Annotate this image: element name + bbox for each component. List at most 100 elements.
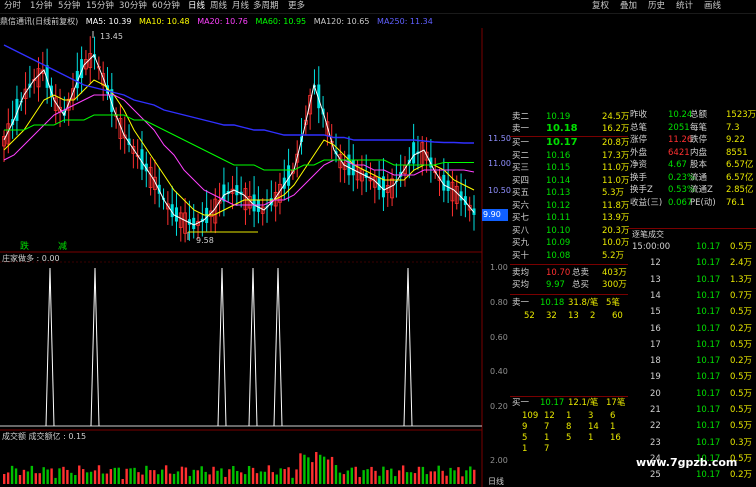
- volume-bar: [168, 473, 172, 484]
- menu-stats[interactable]: 统计: [676, 1, 693, 12]
- ask-price: 10.19: [546, 112, 571, 122]
- volume-bar: [398, 470, 401, 484]
- bid-price: 10.12: [546, 200, 571, 211]
- volume-bar: [125, 468, 128, 484]
- volume-bar: [319, 454, 322, 484]
- bottom-period-tab[interactable]: 日线: [488, 477, 504, 487]
- volume-bar: [149, 470, 152, 484]
- volume-bar: [172, 473, 176, 484]
- bid-label: 买七: [512, 213, 530, 223]
- volume-bar: [275, 474, 278, 484]
- bid-volume: 5.3万: [602, 188, 625, 198]
- stat-value: 6.57亿: [726, 172, 754, 183]
- volume-bar: [89, 471, 93, 484]
- volume-bar: [196, 470, 199, 484]
- trade-price: 10.17: [696, 421, 721, 432]
- volume-bar: [247, 466, 251, 484]
- kline-chart[interactable]: [0, 0, 510, 487]
- bid-label: 买三: [512, 163, 530, 173]
- volume-bar: [469, 466, 472, 484]
- stat-value: 11.26: [668, 135, 693, 145]
- stat-value: 6.57亿: [726, 160, 754, 170]
- volume-bar: [413, 473, 417, 484]
- stat-key: 跌停: [690, 135, 708, 145]
- volume-bar: [228, 469, 231, 484]
- ask-volume: 16.2万: [602, 124, 630, 134]
- trade-time: 16: [650, 323, 661, 334]
- volume-bar: [137, 472, 140, 484]
- menu-draw[interactable]: 画线: [704, 1, 721, 12]
- stat-key: 净资: [630, 160, 648, 170]
- stat-key: 内盘: [690, 147, 708, 158]
- volume-bar: [441, 470, 444, 484]
- queue-buy-item: 7: [544, 422, 550, 432]
- bid-volume: 11.0万: [602, 163, 630, 173]
- volume-bar: [259, 471, 263, 484]
- volume-bar: [394, 476, 397, 484]
- queue-buy-price: 10.17: [540, 398, 565, 408]
- bid-price: 10.09: [546, 238, 571, 248]
- divider: [510, 264, 628, 265]
- bid-volume: 20.3万: [602, 225, 630, 236]
- volume-bar: [287, 467, 290, 484]
- stat-key: 总笔: [630, 122, 648, 133]
- volume-bar: [113, 467, 116, 484]
- queue-sell-avg: 31.8/笔: [568, 298, 599, 308]
- volume-bar: [14, 468, 18, 484]
- trade-price: 10.17: [696, 290, 721, 301]
- trade-price: 10.17: [696, 405, 721, 415]
- queue-sell-item: 52: [524, 311, 535, 321]
- volume-bar: [93, 470, 97, 484]
- volume-bar: [243, 474, 247, 484]
- volume-bar: [54, 477, 57, 484]
- watermark: www.7gpzb.com: [636, 456, 738, 469]
- volume-bar: [236, 470, 239, 484]
- bid-price: 10.17: [546, 137, 578, 148]
- volume-bar: [70, 472, 73, 484]
- volume-bar: [461, 476, 464, 484]
- bid-label: 买二: [512, 150, 530, 161]
- menu-history[interactable]: 历史: [648, 1, 665, 12]
- stat-value: 6421: [668, 147, 690, 158]
- volume-bar: [303, 454, 306, 484]
- volume-bar: [22, 469, 26, 484]
- volume-bar: [342, 474, 346, 484]
- menu-diejia[interactable]: 叠加: [620, 1, 637, 12]
- bid-price: 10.15: [546, 163, 571, 173]
- volume-bar: [409, 472, 413, 484]
- volume-bar: [85, 472, 89, 484]
- bid-label: 买十: [512, 250, 530, 261]
- volume-bar: [390, 468, 393, 484]
- trade-time: 13: [650, 274, 661, 285]
- indicator-group: [0, 267, 482, 427]
- low-price-label: 9.58: [196, 236, 214, 245]
- buy-avg-label: 买均: [512, 280, 530, 290]
- volume-bar: [224, 476, 227, 484]
- volume-bar: [145, 465, 148, 484]
- queue-buy-item: 12: [544, 411, 555, 421]
- menu-fuquan[interactable]: 复权: [592, 1, 609, 12]
- high-price-label: 13.45: [100, 32, 123, 41]
- volume-title: 成交额 成交额亿 : 0.15: [2, 432, 87, 441]
- volume-bar: [457, 467, 460, 484]
- stat-value: 1523万: [726, 110, 756, 120]
- stat-key: PE(动): [690, 197, 716, 208]
- divider: [510, 396, 628, 397]
- sell-avg-price: 10.70: [546, 268, 571, 278]
- trade-price: 10.17: [696, 470, 721, 481]
- queue-buy-avg: 12.1/笔: [568, 398, 599, 408]
- trade-volume: 0.5万: [730, 307, 753, 318]
- volume-bar: [378, 475, 381, 484]
- volume-bar: [350, 467, 353, 484]
- trade-price: 10.17: [696, 437, 721, 448]
- divider: [628, 228, 756, 229]
- stat-key: 流通: [690, 172, 708, 183]
- volume-bar: [437, 465, 440, 484]
- volume-bar: [46, 469, 49, 484]
- volume-bar: [18, 475, 22, 484]
- volume-bar: [334, 465, 338, 484]
- trade-time: 15:00:00: [632, 242, 671, 252]
- queue-buy-item: 6: [610, 411, 616, 421]
- stat-value: 2051: [668, 122, 690, 133]
- ma-line-1: [3, 79, 475, 216]
